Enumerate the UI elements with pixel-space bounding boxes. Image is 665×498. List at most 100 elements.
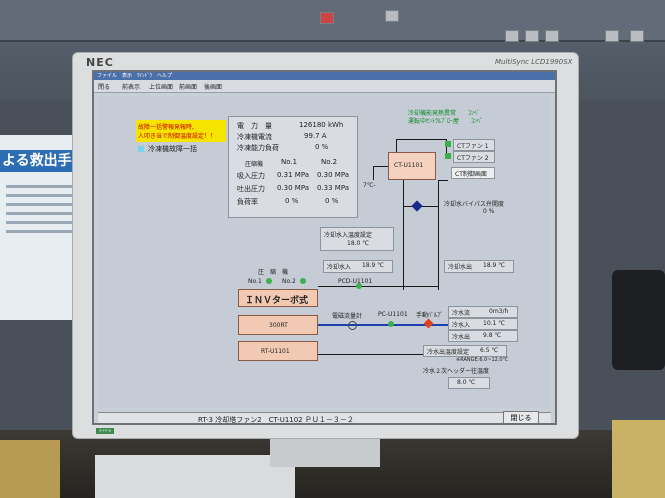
alarm-line-2: 人叩き当で制御温度設定！！ bbox=[138, 133, 217, 140]
cooling-setpoint-box[interactable]: 冷却水入温度設定 18.0 ℃ bbox=[320, 227, 394, 251]
cooling-in-box: 冷却水入 18.9 ℃ bbox=[323, 260, 393, 273]
suction-pressure-no1: 0.31 MPa bbox=[277, 171, 310, 179]
monitor-screen: ファイル 表示 ｳｲﾝﾄﾞｳ ヘルプ 閉る 前表示 上位画面 前画面 後画面 故… bbox=[92, 70, 557, 425]
refrigerator-unit[interactable]: 300RT bbox=[238, 315, 318, 335]
menu-close[interactable]: 閉る bbox=[98, 82, 110, 91]
ct-control-button[interactable]: CT制御画面 bbox=[451, 167, 495, 179]
compressor-no1: No.1 bbox=[248, 278, 262, 285]
menubar: 閉る 前表示 上位画面 前画面 後画面 bbox=[94, 80, 555, 93]
pipe bbox=[373, 166, 374, 180]
header-temp-value: 8.0 ℃ bbox=[457, 379, 476, 386]
plant-diagram: 故障一括警報発報時, 人叩き当で制御温度設定！！ 冷凍機故障一括 電 力 量 1… bbox=[98, 96, 551, 408]
ct-fan-2-label: CTファン 2 bbox=[457, 155, 489, 162]
chilled-setpoint-box[interactable]: 冷水出温度設定 6.5 ℃ bbox=[423, 345, 507, 357]
chilled-setpoint-label: 冷水出温度設定 bbox=[427, 349, 470, 356]
pipe bbox=[396, 139, 446, 140]
window-titlebar: ファイル 表示 ｳｲﾝﾄﾞｳ ヘルプ bbox=[94, 72, 555, 80]
indicator-lamp bbox=[385, 10, 399, 22]
telephone bbox=[612, 270, 665, 370]
cooling-setpoint-value: 18.0 ℃ bbox=[347, 240, 370, 247]
current-value: 99.7 A bbox=[304, 132, 327, 140]
cooling-out-box: 冷却水出 18.9 ℃ bbox=[444, 260, 514, 273]
chilled-in-label: 冷水入 bbox=[452, 322, 471, 329]
pipe bbox=[403, 180, 404, 290]
power-label: 電 力 量 bbox=[237, 122, 272, 130]
manual-valve-label: 手動ﾊﾞﾙﾌﾞ bbox=[416, 312, 444, 319]
header-temp-label: 冷水２次ヘッダー往温度 bbox=[423, 368, 490, 375]
pcd-label: PCD-U1101 bbox=[338, 278, 373, 285]
compressor-no2-lamp bbox=[300, 278, 306, 284]
ct-fan-1-lamp bbox=[445, 141, 451, 147]
menu-parent-screen[interactable]: 上位画面 bbox=[149, 82, 173, 91]
ct-control-label: CT制御画面 bbox=[455, 171, 487, 178]
header-temp-box: 8.0 ℃ bbox=[448, 377, 490, 389]
compressor-no1-lamp bbox=[266, 278, 272, 284]
capacity-value: 0 % bbox=[315, 143, 329, 151]
menu-previous-screen[interactable]: 前画面 bbox=[179, 82, 197, 91]
refrigerator-model: 300RT bbox=[269, 322, 288, 329]
capacity-label: 冷凍能力負荷 bbox=[237, 144, 279, 152]
col-no2: No.2 bbox=[321, 158, 338, 166]
power-badge[interactable]: ｵｰﾄｸｰﾙ bbox=[96, 428, 114, 434]
chilled-out-value: 9.8 ℃ bbox=[483, 332, 502, 339]
fault-label: 冷凍機故障一括 bbox=[148, 145, 197, 153]
compressor-col-head: 圧縮機 bbox=[245, 161, 264, 168]
discharge-pressure-label: 吐出圧力 bbox=[237, 185, 265, 193]
chilled-flow-label: 冷水流 bbox=[452, 310, 471, 317]
flow-meter-icon[interactable] bbox=[348, 321, 357, 330]
alarm-line-1: 故障一括警報発報時, bbox=[138, 124, 194, 131]
load-rate-no1: 0 % bbox=[285, 197, 299, 205]
indicator-lamp bbox=[605, 30, 619, 42]
pipe bbox=[318, 286, 438, 287]
equipment-right bbox=[612, 420, 665, 498]
ct-temp-hint: 7℃- bbox=[363, 182, 376, 189]
pc-unit-label: PC-U1101 bbox=[378, 311, 408, 318]
range-note: ※RANGE:6.0~12.0℃ bbox=[456, 357, 509, 363]
compressor-heading: 圧 縮 機 bbox=[258, 269, 289, 276]
cooling-in-label: 冷却水入 bbox=[327, 264, 352, 271]
chilled-in-value: 10.1 ℃ bbox=[483, 320, 506, 327]
discharge-pressure-no1: 0.30 MPa bbox=[277, 184, 310, 192]
monitor-stand bbox=[270, 437, 380, 467]
cooling-setpoint-label: 冷却水入温度設定 bbox=[324, 232, 373, 239]
ct-fan-2[interactable]: CTファン 2 bbox=[453, 151, 495, 163]
inv-turbo-label: ＩＮＶターボ式 bbox=[245, 296, 309, 306]
load-rate-no2: 0 % bbox=[325, 197, 339, 205]
discharge-pressure-no2: 0.33 MPa bbox=[317, 184, 350, 192]
pipe bbox=[438, 180, 448, 181]
close-button[interactable]: 閉じる bbox=[503, 411, 539, 423]
manual-valve-icon[interactable] bbox=[423, 318, 434, 329]
monitor-brand: NEC bbox=[86, 56, 114, 69]
rt-unit[interactable]: RT-U1101 bbox=[238, 341, 318, 361]
status-note-2: 運転中ｾﾝﾄﾗﾙﾌﾞﾛｰ屋 ｺﾝﾍﾟ bbox=[408, 118, 484, 125]
col-no1: No.1 bbox=[281, 158, 298, 166]
window-title: ファイル 表示 ｳｲﾝﾄﾞｳ ヘルプ bbox=[97, 73, 173, 79]
indicator-lamp bbox=[320, 12, 334, 24]
bypass-value: 0 % bbox=[483, 208, 495, 215]
power-value: 126180 kWh bbox=[299, 121, 344, 129]
pcd-valve[interactable] bbox=[356, 283, 362, 289]
menu-next-screen[interactable]: 後画面 bbox=[204, 82, 222, 91]
ct-fan-1-label: CTファン 1 bbox=[457, 143, 489, 150]
pipe bbox=[438, 180, 439, 290]
flow-meter-label: 電磁流量計 bbox=[332, 313, 363, 320]
bypass-label: 冷却水バイパス弁開度 bbox=[444, 201, 504, 208]
rt-unit-label: RT-U1101 bbox=[261, 348, 290, 355]
pc-valve[interactable] bbox=[388, 321, 394, 327]
suction-pressure-no2: 0.30 MPa bbox=[317, 171, 350, 179]
pipe bbox=[373, 166, 388, 167]
status-text: RT-3 冷却塔ファン2 CT-U1102 ＰＵ１－３－２ bbox=[198, 416, 354, 424]
cooling-tower[interactable]: CT-U1101 bbox=[388, 152, 436, 180]
ct-fan-1[interactable]: CTファン 1 bbox=[453, 139, 495, 151]
bypass-valve-icon[interactable] bbox=[411, 200, 423, 212]
indicator-lamp bbox=[545, 30, 559, 42]
monitor-model: MultiSync LCD1990SX bbox=[495, 58, 573, 66]
chilled-setpoint-value: 6.5 ℃ bbox=[480, 347, 499, 354]
menu-prev-display[interactable]: 前表示 bbox=[122, 82, 140, 91]
inv-turbo-unit[interactable]: ＩＮＶターボ式 bbox=[238, 289, 318, 307]
chilled-out-box: 冷水出 9.8 ℃ bbox=[448, 330, 518, 342]
chilled-in-box: 冷水入 10.1 ℃ bbox=[448, 318, 518, 330]
cooling-in-value: 18.9 ℃ bbox=[362, 262, 385, 269]
cooling-out-value: 18.9 ℃ bbox=[483, 262, 506, 269]
stats-panel: 電 力 量 126180 kWh 冷凍機電流 99.7 A 冷凍能力負荷 0 %… bbox=[228, 116, 358, 218]
